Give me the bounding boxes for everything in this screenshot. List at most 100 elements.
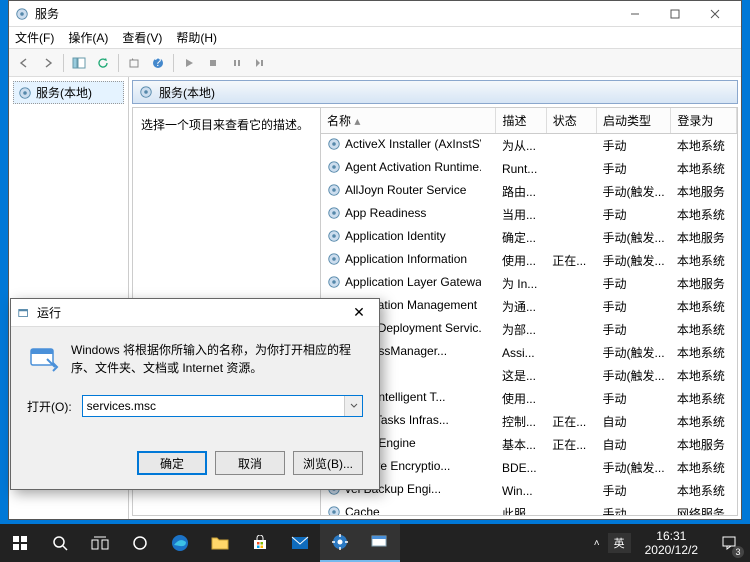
start-button[interactable]	[0, 524, 40, 562]
table-row[interactable]: tering Engine基本...正在...自动本地服务	[321, 433, 737, 456]
cell-logon: 本地系统	[671, 364, 737, 387]
refresh-button[interactable]	[92, 52, 114, 74]
run-dialog: 运行 ✕ Windows 将根据你所输入的名称，为你打开相应的程序、文件夹、文档…	[10, 298, 380, 490]
cancel-button[interactable]: 取消	[215, 451, 285, 475]
services-table-wrap[interactable]: 名称 ▴ 描述 状态 启动类型 登录为 ActiveX Installer (A…	[321, 108, 737, 515]
cell-name: Cache	[321, 502, 481, 515]
table-row[interactable]: Application Management为通...手动本地系统	[321, 295, 737, 318]
chevron-down-icon[interactable]	[344, 396, 362, 416]
ok-button[interactable]: 确定	[137, 451, 207, 475]
run-body: Windows 将根据你所输入的名称，为你打开相应的程序、文件夹、文档或 Int…	[11, 327, 379, 441]
taskbar-app-edge[interactable]	[160, 524, 200, 562]
tray-ime-indicator[interactable]: 英	[608, 533, 631, 553]
table-row[interactable]: dAccessManager...Assi...手动(触发...本地系统	[321, 341, 737, 364]
table-row[interactable]: Application Identity确定...手动(触发...本地服务	[321, 226, 737, 249]
separator	[63, 54, 64, 72]
cell-status	[546, 479, 596, 502]
table-row[interactable]: vel Backup Engi...Win...手动本地系统	[321, 479, 737, 502]
menu-file[interactable]: 文件(F)	[15, 29, 54, 46]
taskbar-app-store[interactable]	[240, 524, 280, 562]
cell-name: AllJoyn Router Service	[321, 180, 481, 200]
gear-icon	[327, 137, 341, 151]
task-view-button[interactable]	[80, 524, 120, 562]
table-row[interactable]: ound Tasks Infras...控制...正在...自动本地系统	[321, 410, 737, 433]
cell-logon: 本地系统	[671, 479, 737, 502]
table-row[interactable]: Cache此服...手动网络服务	[321, 502, 737, 515]
cell-desc: 为从...	[496, 134, 546, 158]
cell-name: Agent Activation Runtime...	[321, 157, 481, 177]
tree-item-label: 服务(本地)	[36, 84, 92, 101]
table-row[interactable]: 服务这是...手动(触发...本地系统	[321, 364, 737, 387]
cell-startup: 手动	[597, 272, 671, 295]
close-button[interactable]	[695, 3, 735, 25]
table-row[interactable]: AppX Deployment Servic...为部...手动本地系统	[321, 318, 737, 341]
clock[interactable]: 16:31 2020/12/2	[639, 529, 704, 558]
table-row[interactable]: Application Layer Gatewa...为 In...手动本地服务	[321, 272, 737, 295]
browse-button[interactable]: 浏览(B)...	[293, 451, 363, 475]
menu-help[interactable]: 帮助(H)	[176, 29, 217, 46]
forward-button[interactable]	[37, 52, 59, 74]
window-title: 服务	[35, 5, 615, 22]
start-service-button[interactable]	[178, 52, 200, 74]
cell-logon: 本地系统	[671, 387, 737, 410]
stop-service-button[interactable]	[202, 52, 224, 74]
column-startup[interactable]: 启动类型	[597, 108, 671, 134]
pause-service-button[interactable]	[226, 52, 248, 74]
export-button[interactable]	[123, 52, 145, 74]
help-button[interactable]: ?	[147, 52, 169, 74]
cell-startup: 手动	[597, 502, 671, 515]
cell-logon: 本地系统	[671, 318, 737, 341]
cell-startup: 手动(触发...	[597, 456, 671, 479]
restart-service-button[interactable]	[250, 52, 272, 74]
taskbar-app-explorer[interactable]	[200, 524, 240, 562]
taskbar-app-settings[interactable]	[320, 524, 360, 562]
cell-logon: 本地系统	[671, 249, 737, 272]
open-combobox[interactable]	[82, 395, 363, 417]
search-button[interactable]	[40, 524, 80, 562]
cell-startup: 手动	[597, 134, 671, 158]
tray-chevron-up-icon[interactable]: ˄	[594, 538, 600, 549]
folder-icon	[211, 535, 229, 551]
close-button[interactable]: ✕	[345, 304, 373, 321]
cell-desc: 为通...	[496, 295, 546, 318]
minimize-button[interactable]	[615, 3, 655, 25]
cell-logon: 本地服务	[671, 433, 737, 456]
menu-action[interactable]: 操作(A)	[68, 29, 108, 46]
table-row[interactable]: ActiveX Installer (AxInstSV)为从...手动本地系统	[321, 134, 737, 158]
table-row[interactable]: ound Intelligent T...使用...手动本地系统	[321, 387, 737, 410]
back-button[interactable]	[13, 52, 35, 74]
table-row[interactable]: er Drive Encryptio...BDE...手动(触发...本地系统	[321, 456, 737, 479]
cell-desc: 使用...	[496, 249, 546, 272]
services-table: 名称 ▴ 描述 状态 启动类型 登录为 ActiveX Installer (A…	[321, 108, 737, 515]
table-row[interactable]: Agent Activation Runtime...Runt...手动本地系统	[321, 157, 737, 180]
titlebar[interactable]: 服务	[9, 1, 741, 27]
toolbar: ?	[9, 49, 741, 77]
clock-time: 16:31	[645, 529, 698, 543]
cell-status: 正在...	[546, 410, 596, 433]
cell-startup: 手动(触发...	[597, 226, 671, 249]
show-hide-tree-button[interactable]	[68, 52, 90, 74]
taskbar-app-mail[interactable]	[280, 524, 320, 562]
column-logon[interactable]: 登录为	[671, 108, 737, 134]
run-titlebar[interactable]: 运行 ✕	[11, 299, 379, 327]
cell-logon: 本地系统	[671, 456, 737, 479]
cell-status	[546, 502, 596, 515]
tree-item-services-local[interactable]: 服务(本地)	[13, 81, 124, 104]
maximize-button[interactable]	[655, 3, 695, 25]
table-row[interactable]: App Readiness当用...手动本地系统	[321, 203, 737, 226]
table-row[interactable]: Application Information使用...正在...手动(触发..…	[321, 249, 737, 272]
taskbar-app-run[interactable]	[360, 524, 400, 562]
cell-desc: 路由...	[496, 180, 546, 203]
notification-button[interactable]: 3	[712, 526, 746, 560]
menu-view[interactable]: 查看(V)	[122, 29, 162, 46]
column-name[interactable]: 名称 ▴	[321, 108, 496, 134]
cell-desc: 为 In...	[496, 272, 546, 295]
window-controls	[615, 3, 735, 25]
gear-icon	[327, 252, 341, 266]
column-desc[interactable]: 描述	[496, 108, 546, 134]
column-status[interactable]: 状态	[546, 108, 596, 134]
open-input[interactable]	[82, 395, 363, 417]
cell-desc: 此服...	[496, 502, 546, 515]
table-row[interactable]: AllJoyn Router Service路由...手动(触发...本地服务	[321, 180, 737, 203]
cortana-button[interactable]	[120, 524, 160, 562]
